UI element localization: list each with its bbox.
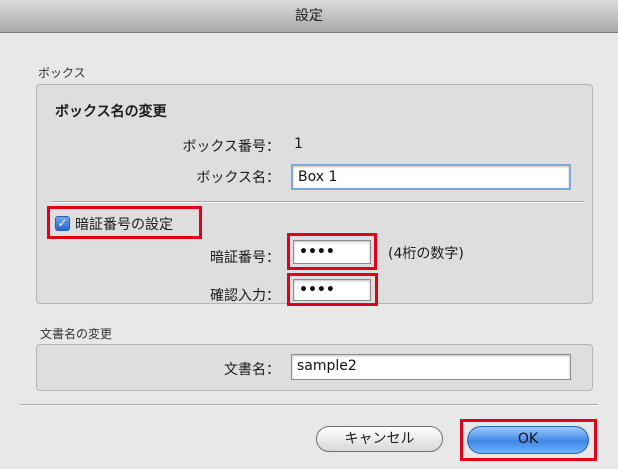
doc-section-label: 文書名の変更 [40,327,113,341]
box-name-field[interactable]: Box 1 [291,164,571,190]
pin-hint: (4桁の数字) [388,246,464,262]
box-number-label: ボックス番号： [182,139,280,155]
pin-checkbox-label[interactable]: 暗証番号の設定 [75,214,173,234]
window-title: 設定 [0,0,618,33]
pin-checkbox[interactable]: ✓ [55,216,70,231]
pin-label: 暗証番号： [210,250,280,266]
box-rename-heading: ボックス名の変更 [55,104,167,120]
confirm-field[interactable]: •••• [293,279,371,301]
pin-field[interactable]: •••• [293,240,371,264]
box-number-value: 1 [294,136,303,152]
ok-button[interactable]: OK [467,426,589,454]
doc-name-field[interactable]: sample2 [291,354,571,380]
confirm-label: 確認入力： [210,288,280,304]
box-section-label: ボックス [38,66,86,80]
box-divider [52,201,584,203]
doc-name-label: 文書名： [224,362,280,378]
footer-divider [20,404,598,406]
box-name-label: ボックス名： [196,170,280,186]
cancel-button[interactable]: キャンセル [316,426,443,452]
